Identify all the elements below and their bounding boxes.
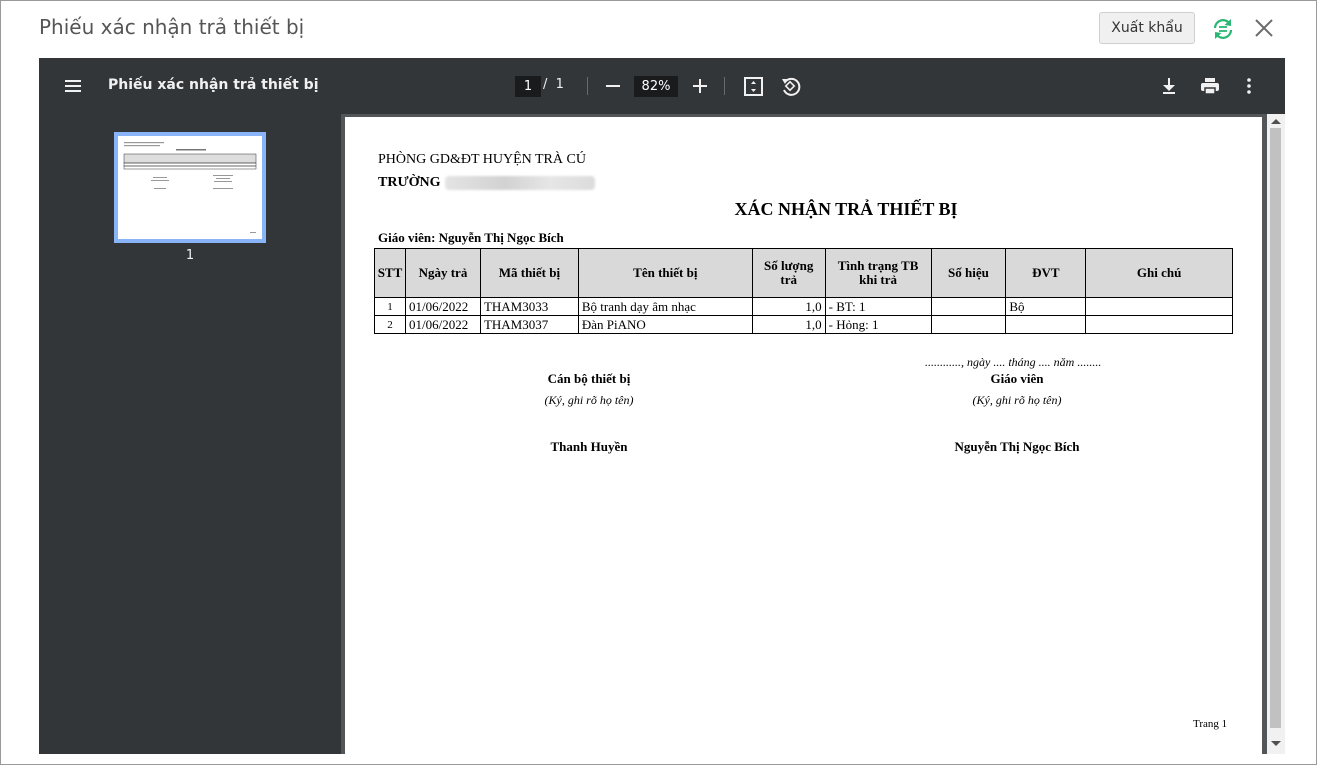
export-button[interactable]: Xuất khẩu xyxy=(1099,12,1195,44)
more-options-icon[interactable] xyxy=(1239,76,1259,96)
cell-date: 01/06/2022 xyxy=(404,315,481,334)
cell-quantity: 1,0 xyxy=(751,315,826,334)
col-header: Tên thiết bị xyxy=(577,248,753,298)
cell-date: 01/06/2022 xyxy=(404,297,481,316)
download-icon[interactable] xyxy=(1159,76,1179,96)
pdf-doc-title: Phiếu xác nhận trả thiết bị xyxy=(108,77,319,93)
dialog-title: Phiếu xác nhận trả thiết bị xyxy=(39,15,305,39)
thumbnail-page-number: 1 xyxy=(185,248,195,263)
col-header: ĐVT xyxy=(1005,248,1087,298)
teacher-line: Giáo viên: Nguyễn Thị Ngọc Bích xyxy=(378,230,564,245)
cell-code: THAM3037 xyxy=(479,315,579,334)
col-header: Mã thiết bị xyxy=(479,248,579,298)
cell-stt: 2 xyxy=(374,315,406,334)
thumbnail-preview xyxy=(123,142,257,233)
pdf-page: PHÒNG GD&ĐT HUYỆN TRÀ CÚ TRƯỜNG XÁC NHẬN… xyxy=(345,117,1262,754)
signer-name: Thanh Huyền xyxy=(550,439,628,454)
col-header: Số hiệu xyxy=(930,248,1007,298)
table-row: 2 01/06/2022 THAM3037 Đàn PiANO 1,0 - Hỏ… xyxy=(374,315,1233,334)
pdf-toolbar: Phiếu xác nhận trả thiết bị 1 / 1 82% xyxy=(39,58,1285,114)
page-count: / 1 xyxy=(543,77,564,92)
pdf-viewer: Phiếu xác nhận trả thiết bị 1 / 1 82% 1 … xyxy=(39,58,1285,754)
school-line: TRƯỜNG xyxy=(378,175,596,191)
fit-page-icon[interactable] xyxy=(743,76,764,97)
table-header-row: STT Ngày trả Mã thiết bị Tên thiết bị Số… xyxy=(374,248,1233,298)
table-row: 1 01/06/2022 THAM3033 Bộ tranh dạy âm nh… xyxy=(374,297,1233,316)
page-separator: / xyxy=(543,77,548,92)
document-title: XÁC NHẬN TRẢ THIẾT BỊ xyxy=(734,199,958,219)
zoom-input[interactable]: 82% xyxy=(634,76,678,97)
col-header: Ngày trả xyxy=(404,248,481,298)
page-footer: Trang 1 xyxy=(1193,718,1228,730)
col-header: Ghi chú xyxy=(1085,248,1233,298)
signer-teacher: Giáo viên (Ký, ghi rõ họ tên) xyxy=(887,371,1147,408)
signer-role: Cán bộ thiết bị xyxy=(547,371,631,386)
col-header: Tình trạng TB khi trả xyxy=(824,248,932,298)
scroll-down-icon[interactable] xyxy=(1271,741,1281,746)
org-name: PHÒNG GD&ĐT HUYỆN TRÀ CÚ xyxy=(378,152,586,167)
cell-serial xyxy=(930,315,1007,334)
zoom-out-icon[interactable] xyxy=(603,76,623,96)
print-icon[interactable] xyxy=(1199,76,1221,96)
cell-name: Bộ tranh dạy âm nhạc xyxy=(577,297,753,316)
col-header: Số lượng trả xyxy=(751,248,826,298)
cell-serial xyxy=(930,297,1007,316)
rotate-icon[interactable] xyxy=(779,75,801,97)
total-pages: 1 xyxy=(555,77,564,92)
toolbar-divider xyxy=(587,77,588,95)
cell-condition: - BT: 1 xyxy=(824,297,932,316)
cell-note xyxy=(1085,297,1233,316)
cell-stt: 1 xyxy=(374,297,406,316)
thumbnail-sidebar: 1 xyxy=(39,114,341,754)
cell-note xyxy=(1085,315,1233,334)
cell-condition: - Hỏng: 1 xyxy=(824,315,932,334)
cell-unit xyxy=(1005,315,1087,334)
scroll-up-icon[interactable] xyxy=(1271,119,1281,124)
toolbar-divider xyxy=(724,77,725,95)
sync-icon[interactable] xyxy=(1210,16,1236,42)
signer-equipment-officer: Cán bộ thiết bị (Ký, ghi rõ họ tên) xyxy=(459,371,719,408)
zoom-in-icon[interactable] xyxy=(690,76,710,96)
signer-note: (Ký, ghi rõ họ tên) xyxy=(972,393,1062,407)
cell-unit: Bộ xyxy=(1005,297,1087,316)
vertical-scrollbar[interactable] xyxy=(1267,114,1285,754)
cell-name: Đàn PiANO xyxy=(577,315,753,334)
school-label: TRƯỜNG xyxy=(378,175,441,190)
return-table: STT Ngày trả Mã thiết bị Tên thiết bị Số… xyxy=(374,248,1233,334)
page-number-input[interactable]: 1 xyxy=(515,76,541,97)
date-line: ............, ngày .... tháng .... năm .… xyxy=(925,355,1102,369)
cell-code: THAM3033 xyxy=(479,297,579,316)
close-icon[interactable] xyxy=(1253,17,1275,39)
signer-role: Giáo viên xyxy=(990,371,1044,386)
page-thumbnail[interactable] xyxy=(114,132,266,243)
signer-note: (Ký, ghi rõ họ tên) xyxy=(544,393,634,407)
school-name-redacted xyxy=(445,175,596,190)
scrollbar-thumb[interactable] xyxy=(1270,128,1281,728)
cell-quantity: 1,0 xyxy=(751,297,826,316)
col-header: STT xyxy=(374,248,406,298)
menu-icon[interactable] xyxy=(63,76,83,96)
dialog: Phiếu xác nhận trả thiết bị Xuất khẩu Ph… xyxy=(0,0,1317,765)
signer-name: Nguyễn Thị Ngọc Bích xyxy=(954,439,1080,454)
